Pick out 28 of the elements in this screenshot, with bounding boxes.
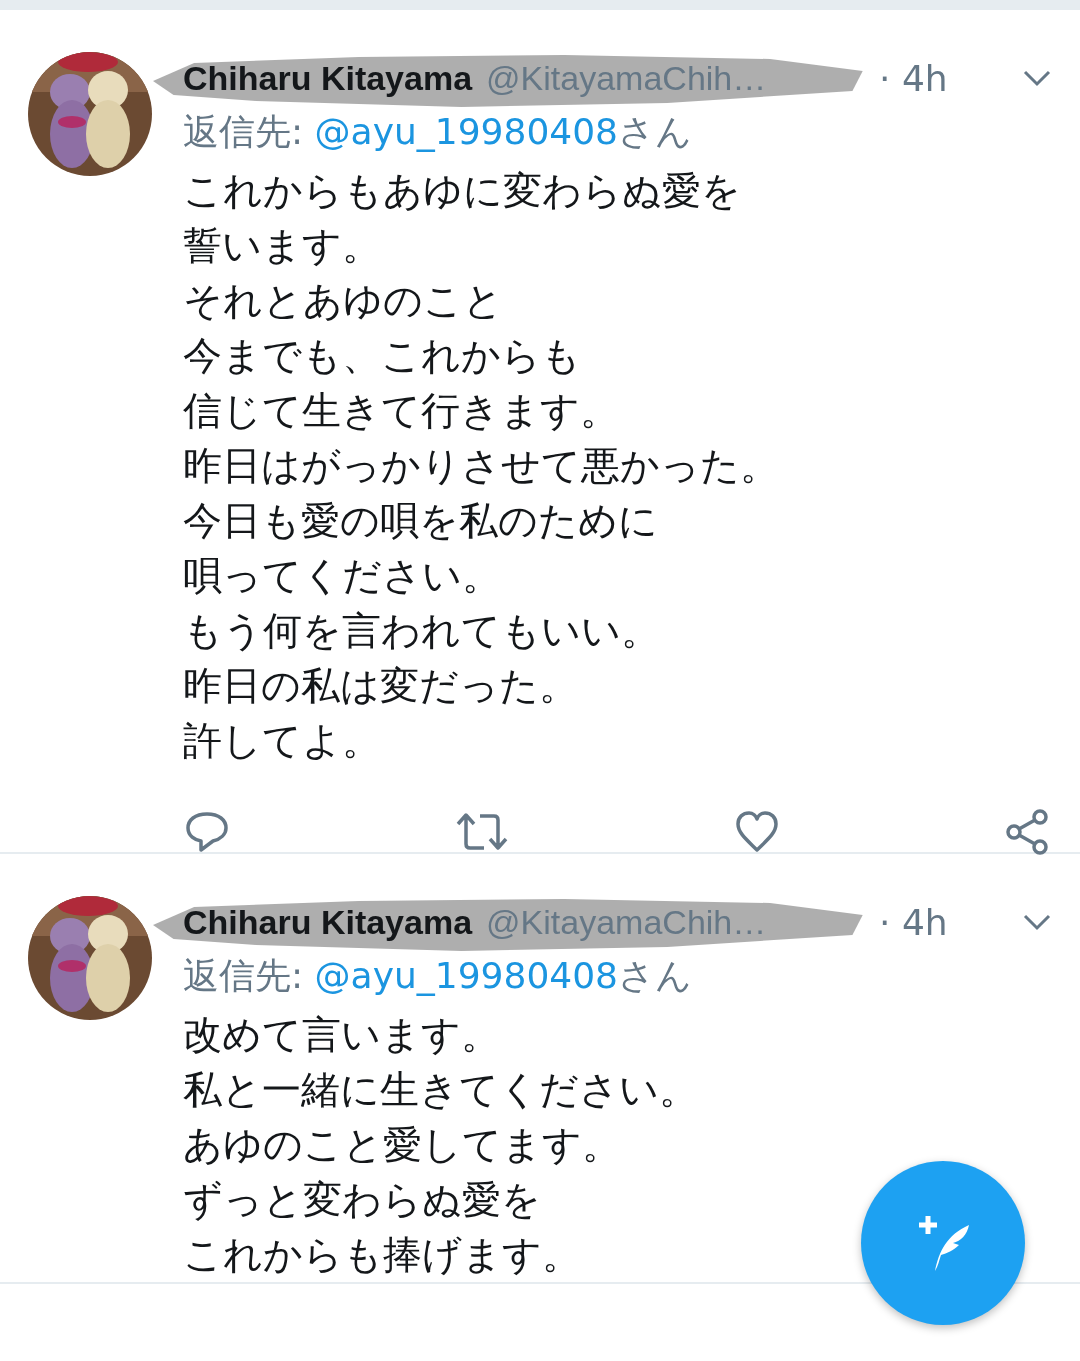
tweet-text-line: 私と一緒に生きてください。	[183, 1066, 698, 1114]
timestamp: · 4h	[879, 57, 948, 99]
tweet-text-line: これからも捧げます。	[183, 1231, 581, 1279]
tweet-text-line: 改めて言います。	[183, 1011, 500, 1059]
tweet-text-line: 許してよ。	[183, 717, 381, 765]
user-handle: @KitayamaChih…	[486, 58, 767, 98]
user-handle: @KitayamaChih…	[486, 902, 767, 942]
display-name[interactable]: Chiharu Kitayama	[183, 902, 473, 942]
tweet-text-line: もう何を言われてもいい。	[183, 607, 660, 655]
tweet-text-line: それとあゆのこと	[183, 277, 503, 325]
tweet-text-line: 信じて生きて行きます。	[183, 387, 619, 435]
chevron-down-icon[interactable]	[1022, 69, 1052, 87]
tweet-text-line: 今日も愛の唄を私のために	[183, 497, 658, 545]
reply-label: 返信先:	[183, 955, 304, 996]
tweet-text-line: 昨日はがっかりさせて悪かった。	[183, 442, 779, 490]
tweet-text-line: 誓います。	[183, 222, 381, 270]
display-name[interactable]: Chiharu Kitayama	[183, 58, 473, 98]
tweet-text-line: 唄ってください。	[183, 552, 501, 600]
tweet-text-line: 今までも、これからも	[183, 332, 581, 380]
tweet-text-line: これからもあゆに変わらぬ愛を	[183, 167, 741, 215]
tweet-text-line: あゆのこと愛してます。	[183, 1121, 621, 1169]
reply-label: 返信先:	[183, 111, 304, 152]
chevron-down-icon[interactable]	[1022, 913, 1052, 931]
honorific-suffix: さん	[618, 111, 692, 152]
tweet-text-line: ずっと変わらぬ愛を	[183, 1176, 541, 1224]
tweet-text-line: 昨日の私は変だった。	[183, 662, 578, 710]
honorific-suffix: さん	[618, 955, 692, 996]
timestamp: · 4h	[879, 901, 948, 943]
